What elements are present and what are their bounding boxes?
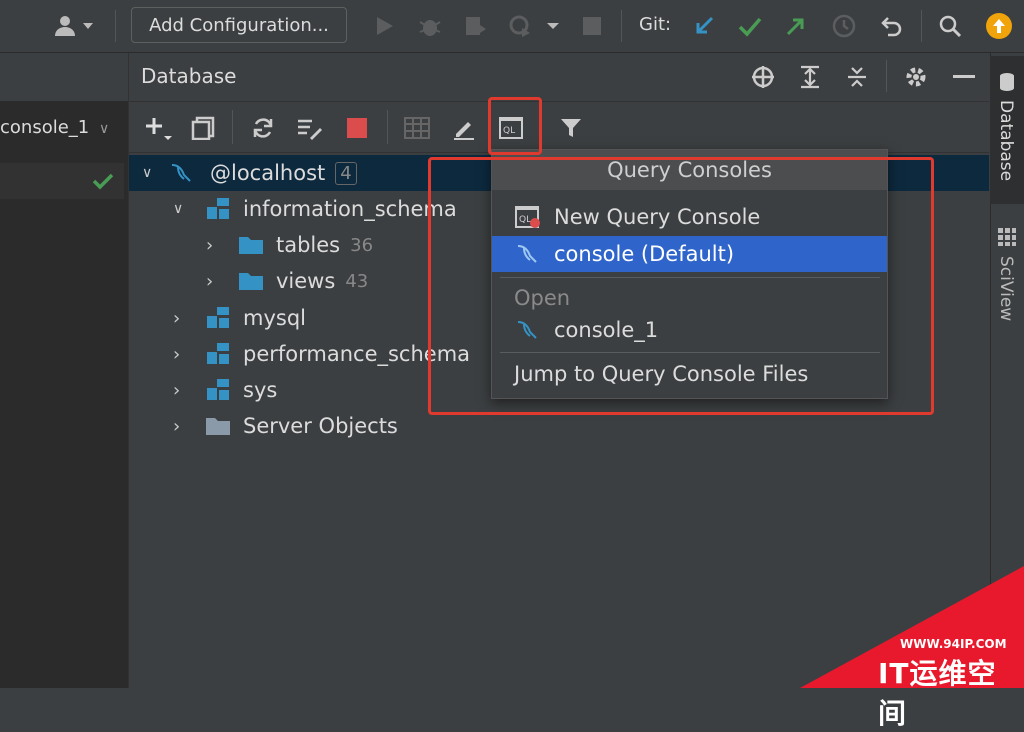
ide-update-icon[interactable] xyxy=(984,11,1014,41)
table-icon[interactable] xyxy=(402,113,432,143)
tree-node-server-objects[interactable]: › Server Objects xyxy=(173,408,398,444)
mysql-dolphin-icon xyxy=(171,164,191,182)
stop-datasource-icon[interactable] xyxy=(342,113,372,143)
annotation-frame-query-button xyxy=(488,97,542,155)
database-tab-label: Database xyxy=(996,100,1016,182)
annotation-frame-popup xyxy=(428,157,934,415)
database-icon xyxy=(1000,73,1014,91)
stop-icon[interactable] xyxy=(578,12,606,40)
git-commit-icon[interactable] xyxy=(736,12,764,40)
collapse-all-icon[interactable] xyxy=(843,63,871,91)
editor-tab-label: console_1 xyxy=(0,117,90,138)
tree-node-label: information_schema xyxy=(243,197,457,221)
tree-node-mysql[interactable]: › mysql xyxy=(173,300,306,336)
search-icon[interactable] xyxy=(936,12,964,40)
profile-icon[interactable] xyxy=(506,12,534,40)
sciview-tab-label: SciView xyxy=(996,256,1016,322)
chevron-down-icon[interactable]: ∨ xyxy=(99,121,109,137)
tree-node-performance-schema[interactable]: › performance_schema xyxy=(173,336,470,372)
chevron-right-icon[interactable]: › xyxy=(206,271,238,292)
chevron-right-icon[interactable]: › xyxy=(173,308,205,329)
tree-node-localhost[interactable]: ∨ @localhost 4 xyxy=(142,155,357,191)
git-label: Git: xyxy=(639,14,672,35)
watermark-text: IT运维空间 xyxy=(878,657,997,730)
main-toolbar: Add Configuration... Git: xyxy=(0,0,1024,53)
schema-icon xyxy=(207,379,229,400)
user-menu-icon[interactable] xyxy=(50,12,100,40)
tree-node-label: tables xyxy=(276,233,341,257)
editor-tab-console-1[interactable]: console_1 ∨ xyxy=(0,117,109,138)
schema-icon xyxy=(207,307,229,328)
chevron-down-icon[interactable]: ∨ xyxy=(173,201,205,217)
rollback-icon[interactable] xyxy=(878,12,906,40)
grid-icon xyxy=(998,228,1016,246)
chevron-right-icon[interactable]: › xyxy=(173,416,205,437)
edit-pencil-icon[interactable] xyxy=(449,113,479,143)
schema-icon xyxy=(207,343,229,364)
debug-icon[interactable] xyxy=(416,12,444,40)
tree-node-information-schema[interactable]: ∨ information_schema xyxy=(173,191,457,227)
sciview-tool-tab[interactable]: SciView xyxy=(990,222,1024,342)
tree-node-label: views xyxy=(276,269,336,293)
history-clock-icon[interactable] xyxy=(830,12,858,40)
minimize-icon[interactable] xyxy=(950,63,978,91)
database-tool-tab[interactable]: Database xyxy=(990,56,1024,204)
tree-node-count: 43 xyxy=(345,270,369,292)
editor-status-row xyxy=(0,163,124,199)
tree-node-views[interactable]: › views 43 xyxy=(206,263,368,299)
git-push-icon[interactable] xyxy=(782,12,810,40)
tree-node-label: Server Objects xyxy=(243,414,398,438)
tree-node-label: mysql xyxy=(243,306,306,330)
add-datasource-icon[interactable] xyxy=(141,113,175,143)
expand-all-icon[interactable] xyxy=(796,63,824,91)
tree-node-label: @localhost xyxy=(210,161,326,185)
refresh-icon[interactable] xyxy=(248,113,278,143)
chevron-right-icon[interactable]: › xyxy=(206,235,238,256)
watermark-url: WWW.94IP.COM xyxy=(900,637,1007,651)
chevron-down-icon[interactable]: ∨ xyxy=(142,165,168,181)
coverage-icon[interactable] xyxy=(462,12,490,40)
tree-node-tables[interactable]: › tables 36 xyxy=(206,227,373,263)
folder-icon xyxy=(239,237,263,254)
filter-icon[interactable] xyxy=(556,113,586,143)
editor-tab-bar xyxy=(0,53,128,101)
tree-node-count-badge: 4 xyxy=(335,161,357,185)
editor-panel xyxy=(0,53,129,688)
chevron-right-icon[interactable]: › xyxy=(173,380,205,401)
duplicate-icon[interactable] xyxy=(188,113,218,143)
tree-node-sys[interactable]: › sys xyxy=(173,372,277,408)
tree-node-count: 36 xyxy=(350,234,374,256)
schema-properties-icon[interactable] xyxy=(294,113,326,143)
run-options-chevron-icon[interactable] xyxy=(542,12,564,40)
tree-node-label: sys xyxy=(243,378,278,402)
folder-icon xyxy=(239,273,263,290)
folder-icon xyxy=(206,418,230,435)
database-panel-title: Database xyxy=(141,64,237,88)
git-update-icon[interactable] xyxy=(690,12,718,40)
schema-icon xyxy=(207,198,229,219)
add-configuration-button[interactable]: Add Configuration... xyxy=(131,7,347,43)
locate-icon[interactable] xyxy=(749,63,777,91)
chevron-right-icon[interactable]: › xyxy=(173,344,205,365)
run-icon[interactable] xyxy=(370,12,398,40)
gear-icon[interactable] xyxy=(902,63,930,91)
check-icon xyxy=(92,173,114,190)
